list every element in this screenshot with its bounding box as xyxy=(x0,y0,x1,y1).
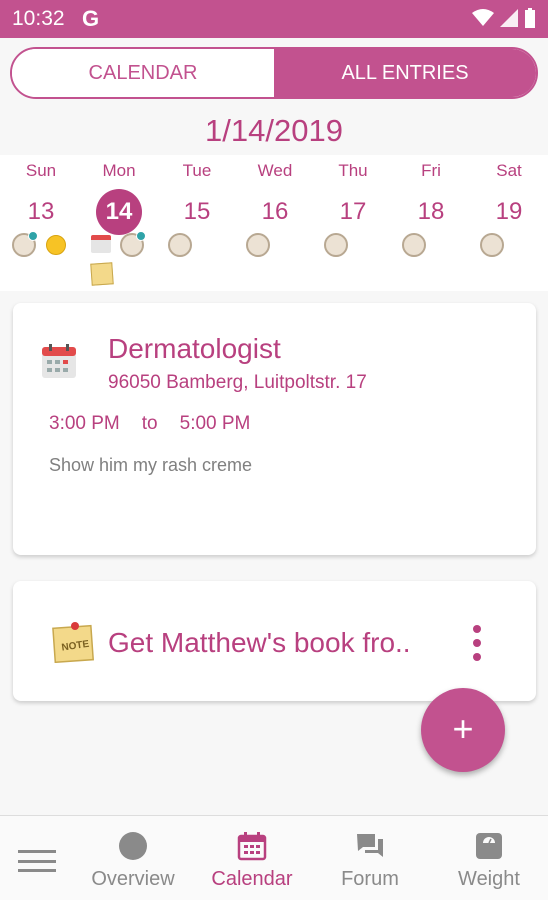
status-bar: 10:32 G xyxy=(0,0,548,38)
sticky-note-icon xyxy=(90,262,114,286)
battery-icon xyxy=(525,8,535,28)
day-tue[interactable]: Tue 15 xyxy=(158,155,236,257)
appointment-time: 3:00 PM to 5:00 PM xyxy=(49,413,250,435)
bottom-navigation: Overview Calendar Forum Weight xyxy=(0,815,548,900)
day-wed[interactable]: Wed 16 xyxy=(236,155,314,257)
sticky-note-icon: NOTE xyxy=(52,622,95,663)
scale-icon xyxy=(444,830,534,862)
nav-forum-label: Forum xyxy=(341,868,399,890)
mood-moon-icon xyxy=(480,233,504,257)
note-card[interactable]: NOTE Get Matthew's book fro.. xyxy=(13,581,536,701)
day-fri[interactable]: Fri 18 xyxy=(392,155,470,257)
day-icons xyxy=(236,231,314,291)
tab-calendar[interactable]: CALENDAR xyxy=(12,49,274,97)
day-icons xyxy=(314,231,392,291)
time-separator: to xyxy=(141,413,158,434)
calendar-icon xyxy=(91,235,111,253)
appointment-title: Dermatologist xyxy=(108,333,281,364)
add-entry-button[interactable]: + xyxy=(421,688,505,772)
day-icons xyxy=(80,231,158,291)
note-title: Get Matthew's book fro.. xyxy=(108,627,411,658)
day-icons xyxy=(2,231,80,291)
day-of-week: Sun xyxy=(25,161,57,180)
mood-moon-icon xyxy=(168,233,192,257)
day-number-selected: 14 xyxy=(96,189,142,235)
nav-overview[interactable]: Overview xyxy=(80,816,186,900)
calendar-nav-icon xyxy=(198,830,306,862)
wifi-icon xyxy=(472,9,494,26)
smiley-icon xyxy=(46,235,66,255)
day-of-week: Fri xyxy=(421,161,441,180)
day-number: 19 xyxy=(495,198,523,225)
day-icons xyxy=(158,231,236,291)
day-icons xyxy=(392,231,470,291)
end-time: 5:00 PM xyxy=(179,413,251,434)
selected-date-title: 1/14/2019 xyxy=(205,113,343,148)
overview-icon xyxy=(80,830,186,862)
appointment-card[interactable]: Dermatologist 96050 Bamberg, Luitpoltstr… xyxy=(13,303,536,555)
day-sat[interactable]: Sat 19 xyxy=(470,155,548,257)
nav-calendar[interactable]: Calendar xyxy=(198,816,306,900)
mood-moon-icon xyxy=(402,233,426,257)
check-badge-icon xyxy=(136,231,146,241)
mood-moon-icon xyxy=(324,233,348,257)
day-thu[interactable]: Thu 17 xyxy=(314,155,392,257)
nav-weight-label: Weight xyxy=(458,868,520,890)
nav-forum[interactable]: Forum xyxy=(324,816,416,900)
check-badge-icon xyxy=(28,231,38,241)
day-number: 17 xyxy=(339,198,367,225)
nav-weight[interactable]: Weight xyxy=(444,816,534,900)
day-number: 18 xyxy=(417,198,445,225)
day-of-week: Mon xyxy=(102,161,136,180)
more-options-icon[interactable] xyxy=(472,625,482,661)
day-mon[interactable]: Mon 14 xyxy=(80,155,158,286)
appointment-address: 96050 Bamberg, Luitpoltstr. 17 xyxy=(108,372,367,393)
google-icon: G xyxy=(82,6,100,31)
calendar-icon xyxy=(42,344,76,378)
day-number: 15 xyxy=(183,198,211,225)
menu-icon[interactable] xyxy=(18,850,56,872)
nav-overview-label: Overview xyxy=(91,868,175,890)
day-of-week: Sat xyxy=(496,161,522,180)
day-sun[interactable]: Sun 13 xyxy=(2,155,80,257)
day-number: 16 xyxy=(261,198,289,225)
week-strip: Sun 13 Mon 14 Tue 15 Wed 16 Thu 17 Fri 1… xyxy=(0,155,548,291)
appointment-note: Show him my rash creme xyxy=(49,455,253,475)
signal-icon xyxy=(500,9,518,27)
mood-moon-icon xyxy=(246,233,270,257)
day-number: 13 xyxy=(27,198,55,225)
status-time: 10:32 xyxy=(12,7,65,30)
view-toggle: CALENDAR ALL ENTRIES xyxy=(10,47,538,99)
day-of-week: Wed xyxy=(257,161,293,180)
nav-calendar-label: Calendar xyxy=(211,868,293,890)
tab-all-entries[interactable]: ALL ENTRIES xyxy=(274,49,536,97)
status-icons xyxy=(472,8,536,28)
day-of-week: Tue xyxy=(182,161,212,180)
forum-icon xyxy=(324,830,416,862)
start-time: 3:00 PM xyxy=(49,413,120,434)
day-icons xyxy=(470,231,548,291)
day-of-week: Thu xyxy=(338,161,368,180)
